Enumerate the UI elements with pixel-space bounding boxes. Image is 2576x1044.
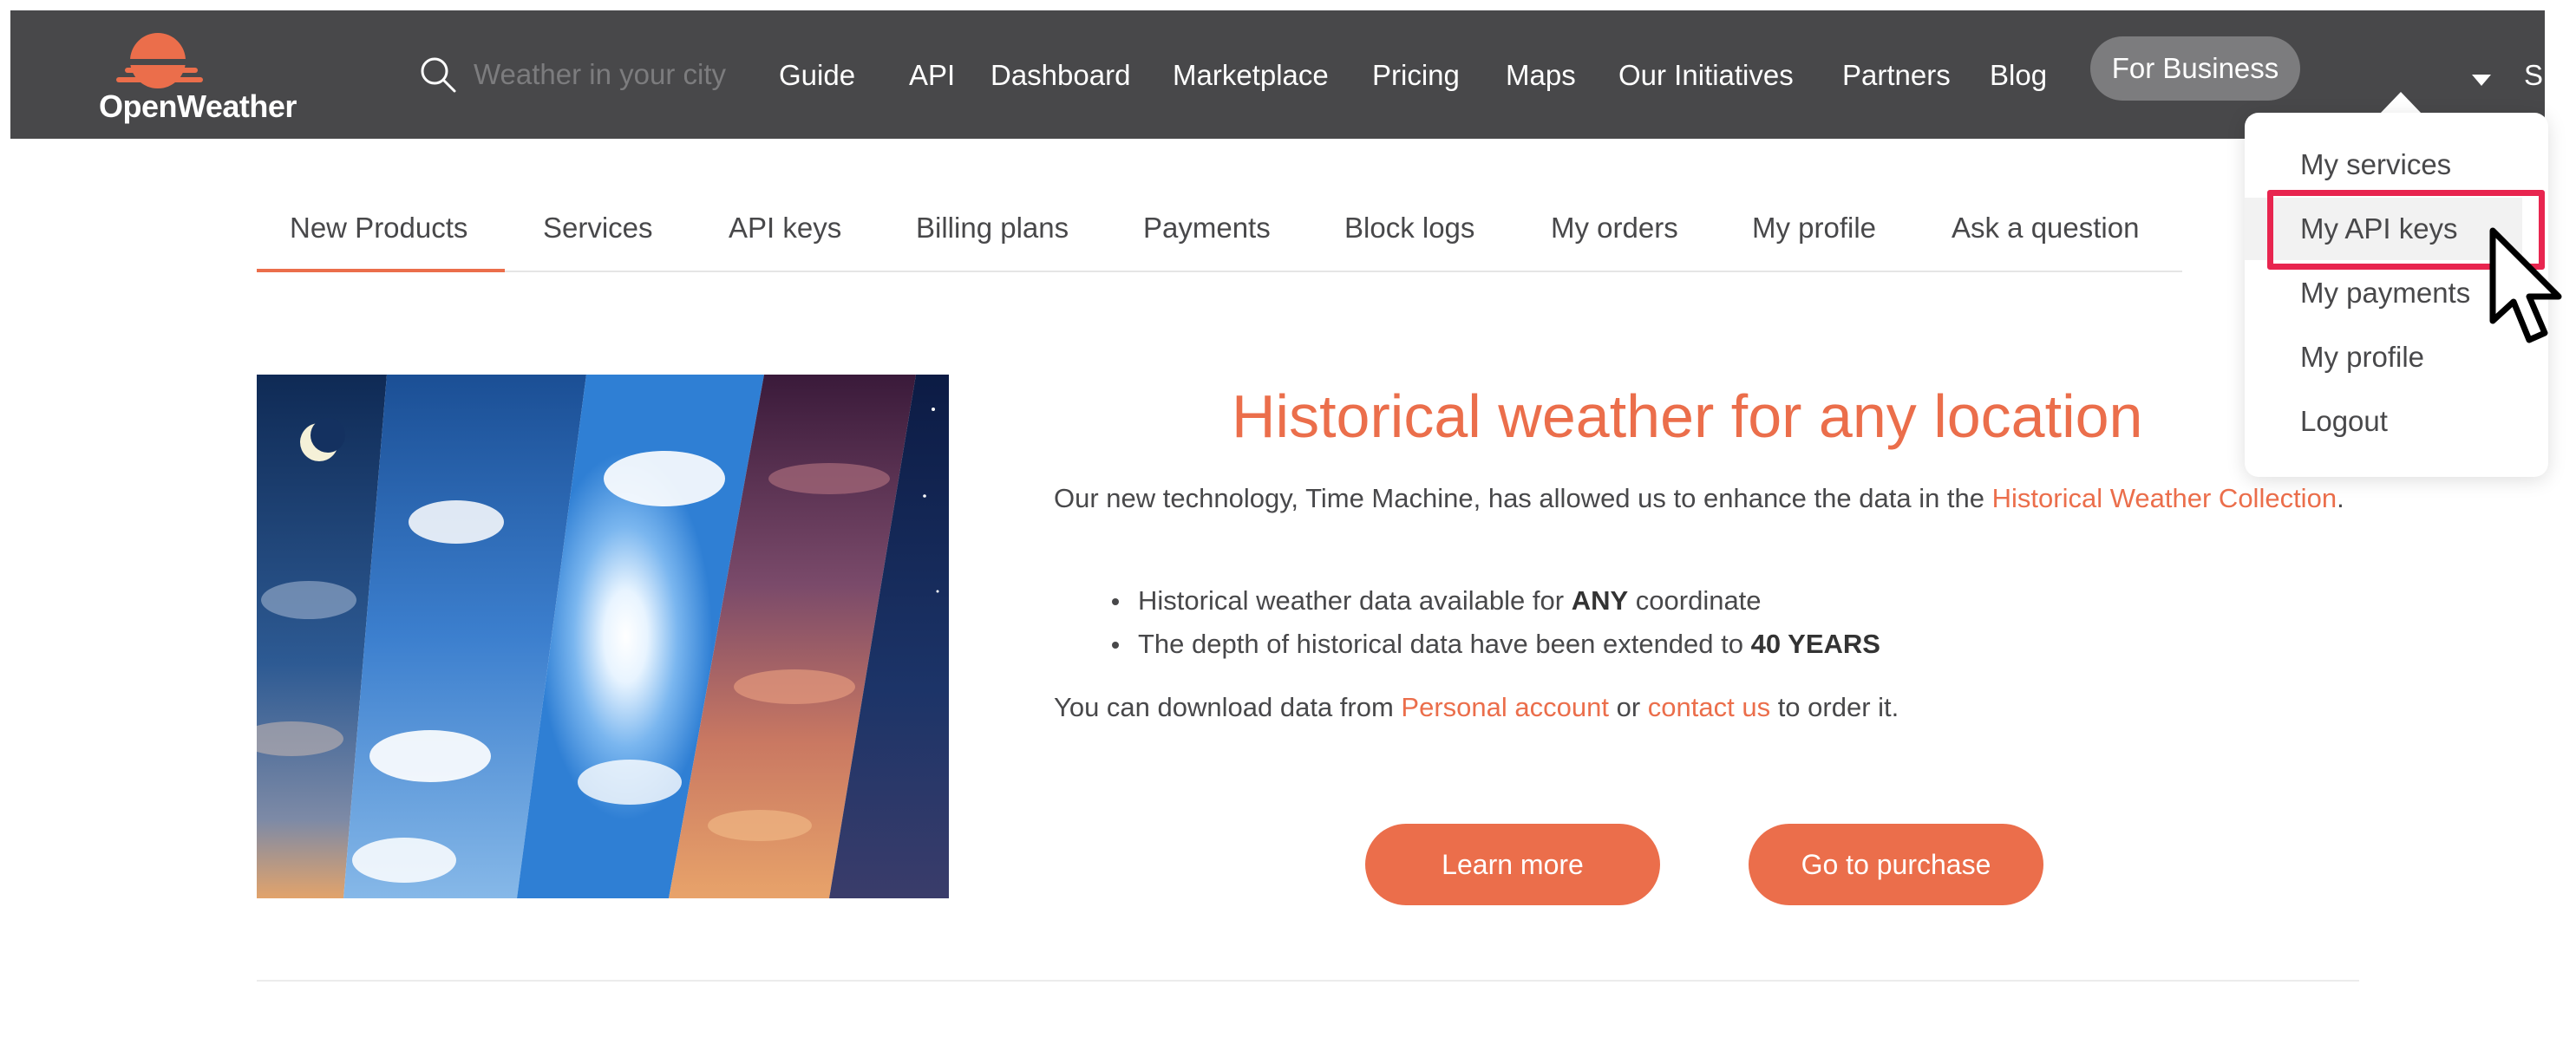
nav-pricing[interactable]: Pricing [1372, 59, 1460, 92]
intro-text: Our new technology, Time Machine, has al… [1054, 483, 1992, 513]
bullet-bold: 40 YEARS [1750, 629, 1880, 659]
dropdown-arrow [2380, 92, 2422, 114]
user-menu-label[interactable]: Su [2524, 59, 2559, 92]
contact-us-link[interactable]: contact us [1648, 692, 1770, 722]
menu-item-my-services[interactable]: My services [2245, 134, 2522, 196]
search-box[interactable] [418, 50, 762, 99]
nav-maps[interactable]: Maps [1506, 59, 1576, 92]
nav-guide[interactable]: Guide [779, 59, 855, 92]
bullet-text: Historical weather data available for [1138, 585, 1572, 616]
logo-text: OpenWeather [99, 88, 297, 124]
download-or: or [1608, 692, 1648, 722]
nav-partners[interactable]: Partners [1842, 59, 1951, 92]
download-paragraph: You can download data from Personal acco… [1054, 686, 1899, 729]
tab-services[interactable]: Services [543, 212, 653, 245]
account-tabs: New Products Services API keys Billing p… [257, 196, 2182, 272]
nav-our-initiatives[interactable]: Our Initiatives [1618, 59, 1794, 92]
for-business-button[interactable]: For Business [2090, 36, 2300, 101]
tab-my-profile[interactable]: My profile [1752, 212, 1876, 245]
search-icon[interactable] [418, 55, 458, 95]
tab-billing-plans[interactable]: Billing plans [916, 212, 1069, 245]
nav-api[interactable]: API [909, 59, 955, 92]
menu-item-my-payments[interactable]: My payments [2245, 262, 2522, 324]
caret-down-icon[interactable] [2472, 75, 2491, 86]
tab-block-logs[interactable]: Block logs [1344, 212, 1474, 245]
tab-ask-a-question[interactable]: Ask a question [1952, 212, 2139, 245]
bullet-after: coordinate [1628, 585, 1762, 616]
sky-collage-image [257, 375, 949, 898]
mouse-pointer-icon [2489, 227, 2562, 343]
top-nav-bar: OpenWeather Guide API Dashboard Marketpl… [10, 10, 2559, 139]
historical-weather-collection-link[interactable]: Historical Weather Collection [1992, 483, 2337, 513]
nav-dashboard[interactable]: Dashboard [991, 59, 1130, 92]
download-end: to order it. [1770, 692, 1899, 722]
active-tab-indicator [257, 269, 505, 272]
openweather-logo[interactable]: OpenWeather [88, 26, 314, 127]
nav-marketplace[interactable]: Marketplace [1173, 59, 1329, 92]
nav-blog[interactable]: Blog [1990, 59, 2047, 92]
page-headline: Historical weather for any location [1232, 382, 2143, 450]
tab-my-orders[interactable]: My orders [1551, 212, 1678, 245]
list-item: Historical weather data available for AN… [1102, 579, 1880, 623]
bullet-text: The depth of historical data have been e… [1138, 629, 1751, 659]
go-to-purchase-button[interactable]: Go to purchase [1749, 824, 2043, 905]
learn-more-button[interactable]: Learn more [1365, 824, 1660, 905]
sun-logo-icon [116, 33, 205, 88]
intro-end: . [2337, 483, 2344, 513]
menu-item-logout[interactable]: Logout [2245, 390, 2522, 453]
feature-list: Historical weather data available for AN… [1102, 579, 1880, 666]
bullet-bold: ANY [1571, 585, 1629, 616]
tab-new-products[interactable]: New Products [290, 212, 467, 245]
tab-payments[interactable]: Payments [1143, 212, 1271, 245]
divider [257, 980, 2359, 982]
intro-paragraph: Our new technology, Time Machine, has al… [1054, 477, 2346, 520]
download-text: You can download data from [1054, 692, 1402, 722]
tab-api-keys[interactable]: API keys [729, 212, 841, 245]
search-input[interactable] [472, 57, 762, 92]
personal-account-link[interactable]: Personal account [1401, 692, 1609, 722]
menu-item-my-profile[interactable]: My profile [2245, 326, 2522, 388]
list-item: The depth of historical data have been e… [1102, 623, 1880, 666]
